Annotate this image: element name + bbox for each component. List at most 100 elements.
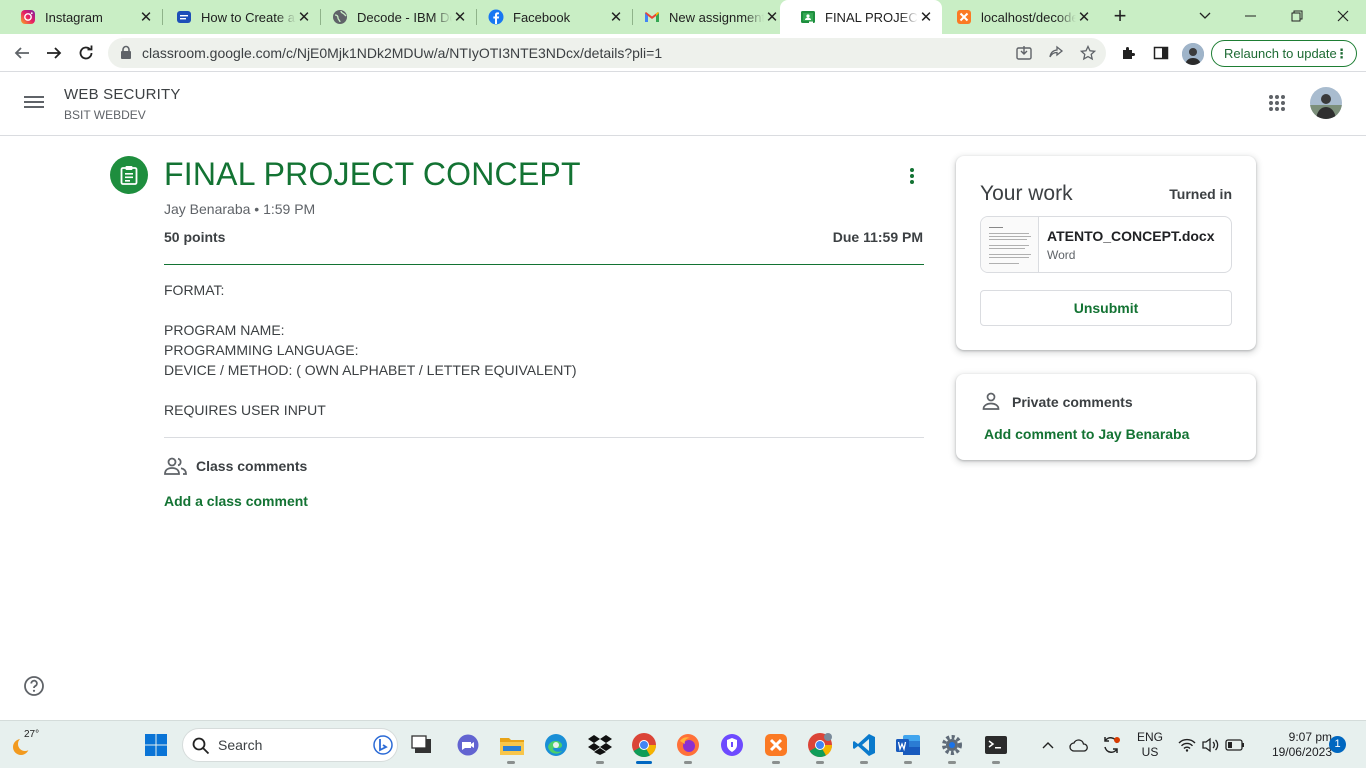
tab-search-chevron-icon[interactable] bbox=[1182, 0, 1228, 32]
tab-title: New assignment: bbox=[669, 9, 764, 25]
tab-classroom-active[interactable]: FINAL PROJECT C ✕ bbox=[780, 0, 942, 34]
terminal-icon[interactable] bbox=[983, 732, 1009, 758]
relaunch-to-update-button[interactable]: Relaunch to update ⋮ bbox=[1211, 40, 1357, 67]
add-private-comment-link[interactable]: Add comment to Jay Benaraba bbox=[984, 426, 1189, 442]
attachment-card[interactable]: ATENTO_CONCEPT.docx Word bbox=[980, 216, 1232, 273]
tab-facebook[interactable]: Facebook ✕ bbox=[468, 0, 632, 34]
wifi-icon[interactable] bbox=[1176, 732, 1198, 758]
edge-browser-icon[interactable] bbox=[543, 732, 569, 758]
back-button[interactable] bbox=[8, 39, 36, 67]
assignment-points: 50 points bbox=[164, 229, 226, 245]
input-language[interactable]: ENG US bbox=[1132, 730, 1168, 760]
new-tab-button[interactable]: + bbox=[1108, 5, 1132, 29]
tab-title: Facebook bbox=[513, 9, 571, 25]
task-view-icon[interactable] bbox=[409, 732, 435, 758]
course-title[interactable]: WEB SECURITY bbox=[64, 86, 181, 103]
classroom-app-bar: WEB SECURITY BSIT WEBDEV bbox=[0, 72, 1366, 136]
chrome-icon[interactable] bbox=[631, 732, 657, 758]
more-vert-icon: ⋮ bbox=[1335, 46, 1348, 61]
weather-temperature: 27° bbox=[24, 729, 40, 740]
battery-icon[interactable] bbox=[1224, 732, 1246, 758]
close-tab-icon[interactable]: ✕ bbox=[764, 9, 780, 26]
tab-localhost[interactable]: localhost/decode ✕ bbox=[936, 0, 1100, 34]
xampp-icon[interactable] bbox=[763, 732, 789, 758]
volume-icon[interactable] bbox=[1200, 732, 1222, 758]
close-window-button[interactable] bbox=[1320, 0, 1366, 32]
update-sync-icon[interactable] bbox=[1100, 732, 1122, 758]
close-tab-icon[interactable]: ✕ bbox=[138, 9, 154, 26]
firefox-icon[interactable] bbox=[675, 732, 701, 758]
running-indicator bbox=[860, 761, 868, 764]
close-tab-icon[interactable]: ✕ bbox=[608, 9, 624, 26]
reload-button[interactable] bbox=[72, 39, 100, 67]
minimize-button[interactable] bbox=[1228, 0, 1274, 32]
maximize-button[interactable] bbox=[1274, 0, 1320, 32]
region-code: US bbox=[1141, 745, 1159, 759]
install-app-icon[interactable] bbox=[1016, 45, 1032, 61]
chrome-profile-icon[interactable] bbox=[807, 732, 833, 758]
proton-vpn-icon[interactable] bbox=[719, 732, 745, 758]
assignment-icon bbox=[110, 156, 148, 194]
tab-decode-ibm[interactable]: Decode - IBM Do ✕ bbox=[312, 0, 476, 34]
taskbar-search[interactable]: Search bbox=[182, 728, 398, 762]
globe-icon bbox=[332, 9, 348, 25]
dropbox-icon[interactable] bbox=[587, 732, 613, 758]
notification-badge[interactable]: 1 bbox=[1329, 736, 1346, 753]
onedrive-icon[interactable] bbox=[1068, 732, 1090, 758]
extensions-icon[interactable] bbox=[1115, 39, 1143, 67]
vscode-icon[interactable] bbox=[851, 732, 877, 758]
tab-title: Instagram bbox=[45, 9, 103, 25]
close-tab-icon[interactable]: ✕ bbox=[452, 9, 468, 26]
weather-widget[interactable]: 27° bbox=[10, 729, 40, 761]
facebook-icon bbox=[488, 9, 504, 25]
word-icon[interactable] bbox=[895, 732, 921, 758]
close-tab-icon[interactable]: ✕ bbox=[918, 9, 934, 26]
add-class-comment-link[interactable]: Add a class comment bbox=[164, 493, 308, 509]
account-avatar[interactable] bbox=[1310, 87, 1342, 119]
document-thumbnail bbox=[981, 217, 1039, 272]
close-tab-icon[interactable]: ✕ bbox=[1076, 9, 1092, 26]
file-explorer-icon[interactable] bbox=[499, 732, 525, 758]
tab-gmail[interactable]: New assignment: ✕ bbox=[624, 0, 788, 34]
help-icon[interactable] bbox=[24, 676, 44, 696]
assignment-instructions: FORMAT: PROGRAM NAME: PROGRAMMING LANGUA… bbox=[164, 282, 577, 418]
class-comments-label: Class comments bbox=[196, 458, 308, 474]
url-text[interactable]: classroom.google.com/c/NjE0Mjk1NDk2MDUw/… bbox=[142, 38, 662, 68]
browser-tab-strip: Instagram ✕ How to Create an ✕ Decode - … bbox=[0, 0, 1366, 34]
tab-title: FINAL PROJECT C bbox=[825, 9, 918, 25]
windows-start-icon[interactable] bbox=[143, 732, 169, 758]
close-tab-icon[interactable]: ✕ bbox=[296, 9, 312, 26]
more-options-icon[interactable] bbox=[900, 164, 924, 188]
address-bar[interactable]: classroom.google.com/c/NjE0Mjk1NDk2MDUw/… bbox=[108, 38, 1106, 68]
settings-gear-icon[interactable] bbox=[939, 732, 965, 758]
submission-status: Turned in bbox=[1169, 186, 1232, 202]
google-apps-icon[interactable] bbox=[1268, 94, 1288, 114]
clock-time: 9:07 pm bbox=[1288, 730, 1332, 744]
private-comments-card: Private comments Add comment to Jay Bena… bbox=[956, 374, 1256, 460]
share-icon[interactable] bbox=[1048, 45, 1064, 61]
assignment-due: Due 11:59 PM bbox=[832, 229, 923, 245]
person-icon bbox=[982, 392, 1000, 415]
main-menu-icon[interactable] bbox=[24, 94, 48, 114]
side-panel-icon[interactable] bbox=[1147, 39, 1175, 67]
search-label: Search bbox=[218, 737, 263, 753]
running-indicator bbox=[684, 761, 692, 764]
private-comments-label: Private comments bbox=[1012, 394, 1133, 410]
tab-instagram[interactable]: Instagram ✕ bbox=[0, 0, 162, 34]
language-code: ENG bbox=[1136, 730, 1163, 744]
unsubmit-button[interactable]: Unsubmit bbox=[980, 290, 1232, 326]
people-icon bbox=[164, 456, 188, 481]
profile-avatar[interactable] bbox=[1182, 43, 1204, 65]
show-hidden-icons-chevron-icon[interactable] bbox=[1038, 732, 1058, 758]
windows-taskbar: 27° Search ENG US 9:07 pm 19/06/2023 1 bbox=[0, 720, 1366, 768]
tab-ibm-docs[interactable]: How to Create an ✕ bbox=[156, 0, 320, 34]
system-clock[interactable]: 9:07 pm 19/06/2023 bbox=[1252, 730, 1332, 760]
bookmark-star-icon[interactable] bbox=[1079, 44, 1097, 61]
tab-title: Decode - IBM Do bbox=[357, 9, 452, 25]
lock-icon[interactable] bbox=[120, 45, 132, 65]
forward-button[interactable] bbox=[40, 39, 68, 67]
tab-title: How to Create an bbox=[201, 9, 296, 25]
assignment-meta: Jay Benaraba • 1:59 PM bbox=[164, 201, 316, 217]
teams-chat-icon[interactable] bbox=[455, 732, 481, 758]
your-work-title: Your work bbox=[980, 182, 1073, 205]
